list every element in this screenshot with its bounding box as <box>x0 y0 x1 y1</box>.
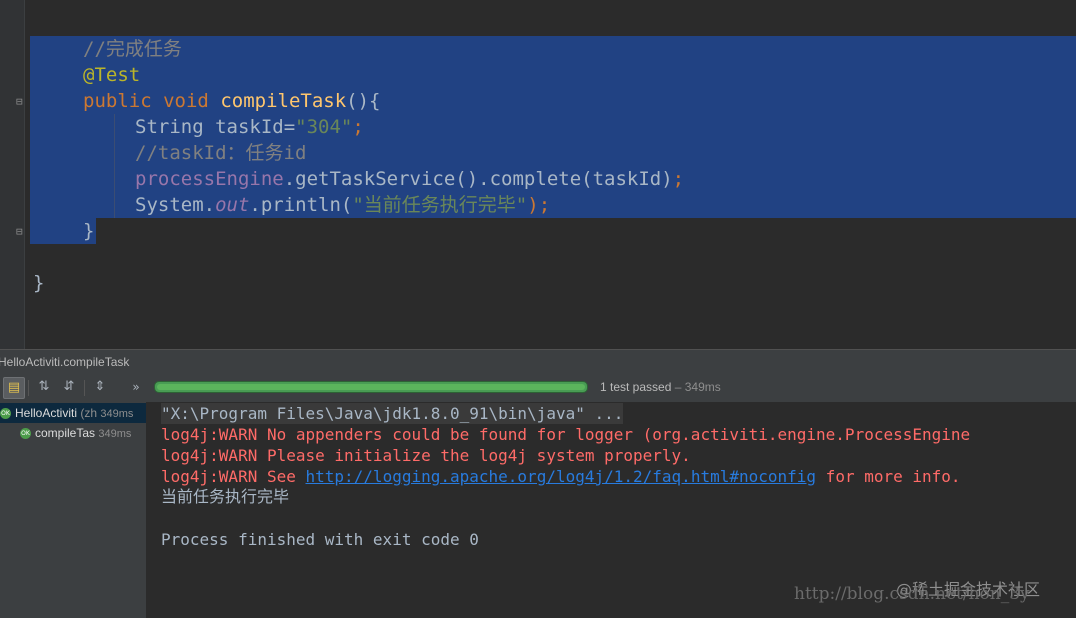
expand-all-icon[interactable]: ⇕ <box>90 377 110 397</box>
tree-item-package: (zh <box>77 406 98 420</box>
editor-gutter[interactable]: ⊟ ⊟ <box>0 0 25 349</box>
console-warn-line: log4j:WARN No appenders could be found f… <box>161 425 971 444</box>
code-line-complete-task: processEngine.getTaskService().complete(… <box>135 168 685 190</box>
code-line-annotation: @Test <box>83 64 141 86</box>
console-command-line[interactable]: "X:\Program Files\Java\jdk1.8.0_91\bin\j… <box>161 403 624 424</box>
test-passed-icon: OK <box>0 408 11 420</box>
test-status: 1 test passed – 349ms <box>600 378 721 396</box>
toolbar-separator <box>28 380 29 396</box>
run-panel-title[interactable]: HelloActiviti.compileTask <box>0 349 1076 375</box>
sort-by-duration-icon[interactable]: ⇵ <box>59 377 79 397</box>
console-warn-line: log4j:WARN Please initialize the log4j s… <box>161 446 691 465</box>
toolbar-separator <box>84 380 85 396</box>
code-line-comment-task-id: //taskId：任务id <box>135 142 307 164</box>
tree-item-duration: 349ms <box>98 428 132 440</box>
faq-link[interactable]: http://logging.apache.org/log4j/1.2/faq.… <box>306 467 817 486</box>
test-passed-icon: OK <box>20 428 31 440</box>
test-progress-bar <box>154 381 588 393</box>
console-program-output: 当前任务执行完毕 <box>161 487 290 506</box>
code-editor[interactable]: ⊟ ⊟ //完成任务 @Test public void compileTask… <box>0 0 1076 349</box>
console-warn-prefix: log4j:WARN See <box>161 467 306 486</box>
console-exit-message: Process finished with exit code 0 <box>161 530 479 549</box>
tree-item-duration: 349ms <box>100 408 134 420</box>
tree-item-test-class[interactable]: OK HelloActiviti (zh 349ms <box>0 403 146 423</box>
console-warn-line-with-link: log4j:WARN See http://logging.apache.org… <box>161 466 961 487</box>
indent-guide <box>114 114 115 218</box>
show-passed-toggle-icon[interactable]: ▤ <box>3 377 25 399</box>
tree-item-name: compileTas <box>35 426 96 440</box>
test-progress-fill <box>157 384 585 390</box>
test-status-duration: – 349ms <box>671 380 721 394</box>
code-line-close-method: } <box>83 220 95 242</box>
sort-alphabetically-icon[interactable]: ⇅ <box>34 377 54 397</box>
test-status-text: 1 test passed <box>600 380 672 394</box>
tree-item-test-method[interactable]: OK compileTas 349ms <box>20 423 146 443</box>
code-line-close-class: } <box>33 272 45 294</box>
run-configuration-name: HelloActiviti.compileTask <box>0 355 130 369</box>
code-line-method-signature: public void compileTask(){ <box>83 90 381 112</box>
watermark-url: http://blog.csdn.net/hon_3y <box>794 584 1030 604</box>
fold-marker-icon[interactable]: ⊟ <box>16 96 28 108</box>
console-warn-suffix: for more info. <box>816 467 961 486</box>
fold-marker-icon[interactable]: ⊟ <box>16 226 28 238</box>
test-tree: OK HelloActiviti (zh 349ms OK compileTas 3… <box>0 402 147 618</box>
tree-item-name: HelloActiviti <box>15 406 78 420</box>
more-actions-icon[interactable]: » <box>126 377 146 397</box>
code-line-task-id: String taskId="304"; <box>135 116 364 138</box>
code-line-comment: //完成任务 <box>83 38 182 60</box>
code-line-println: System.out.println("当前任务执行完毕"); <box>135 194 551 216</box>
